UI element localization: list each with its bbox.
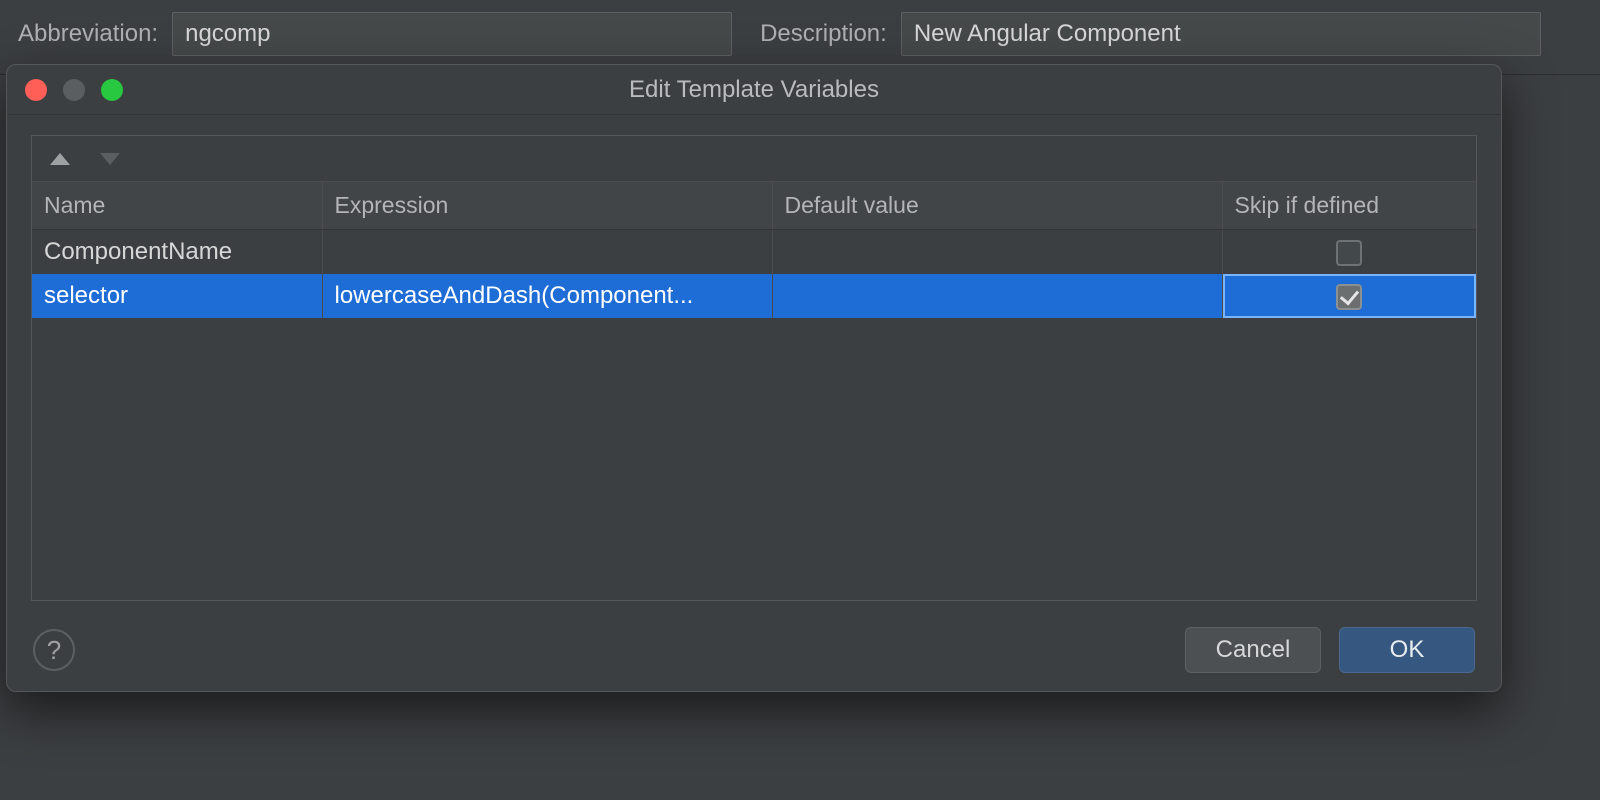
abbreviation-group: Abbreviation: <box>18 12 732 56</box>
column-header-expression[interactable]: Expression <box>322 182 772 230</box>
column-header-default-value[interactable]: Default value <box>772 182 1222 230</box>
cell-skip-if-defined[interactable] <box>1222 230 1476 275</box>
move-up-button[interactable] <box>46 145 74 173</box>
move-down-button[interactable] <box>96 145 124 173</box>
arrow-down-icon <box>100 153 120 165</box>
dialog-title: Edit Template Variables <box>629 76 879 104</box>
abbreviation-label: Abbreviation: <box>18 20 158 48</box>
variables-table-container: Name Expression Default value Skip if de… <box>31 135 1477 601</box>
description-group: Description: <box>760 12 1541 56</box>
description-label: Description: <box>760 20 887 48</box>
dialog-titlebar: Edit Template Variables <box>7 65 1501 115</box>
close-icon[interactable] <box>25 79 47 101</box>
cell-default-value[interactable] <box>772 274 1222 318</box>
abbreviation-input[interactable] <box>172 12 732 56</box>
column-header-name[interactable]: Name <box>32 182 322 230</box>
description-input[interactable] <box>901 12 1541 56</box>
cancel-button[interactable]: Cancel <box>1185 627 1321 673</box>
zoom-icon[interactable] <box>101 79 123 101</box>
window-controls <box>25 79 123 101</box>
help-icon: ? <box>47 635 61 666</box>
column-header-skip-if-defined[interactable]: Skip if defined <box>1222 182 1476 230</box>
table-row[interactable]: selectorlowercaseAndDash(Component... <box>32 274 1476 318</box>
dialog-footer: ? Cancel OK <box>7 609 1501 691</box>
variables-table[interactable]: Name Expression Default value Skip if de… <box>32 182 1476 318</box>
minimize-icon[interactable] <box>63 79 85 101</box>
dialog-body: Name Expression Default value Skip if de… <box>7 115 1501 609</box>
edit-template-variables-dialog: Edit Template Variables Name Expression … <box>6 64 1502 692</box>
cell-skip-if-defined[interactable] <box>1222 274 1476 318</box>
cell-expression[interactable] <box>322 230 772 275</box>
table-header-row: Name Expression Default value Skip if de… <box>32 182 1476 230</box>
table-row[interactable]: ComponentName <box>32 230 1476 275</box>
table-empty-area <box>32 318 1476 600</box>
table-toolbar <box>32 136 1476 182</box>
cell-name[interactable]: ComponentName <box>32 230 322 275</box>
cell-default-value[interactable] <box>772 230 1222 275</box>
skip-checkbox[interactable] <box>1336 240 1362 266</box>
ok-button[interactable]: OK <box>1339 627 1475 673</box>
help-button[interactable]: ? <box>33 629 75 671</box>
arrow-up-icon <box>50 153 70 165</box>
cell-expression[interactable]: lowercaseAndDash(Component... <box>322 274 772 318</box>
skip-checkbox[interactable] <box>1336 284 1362 310</box>
cell-name[interactable]: selector <box>32 274 322 318</box>
